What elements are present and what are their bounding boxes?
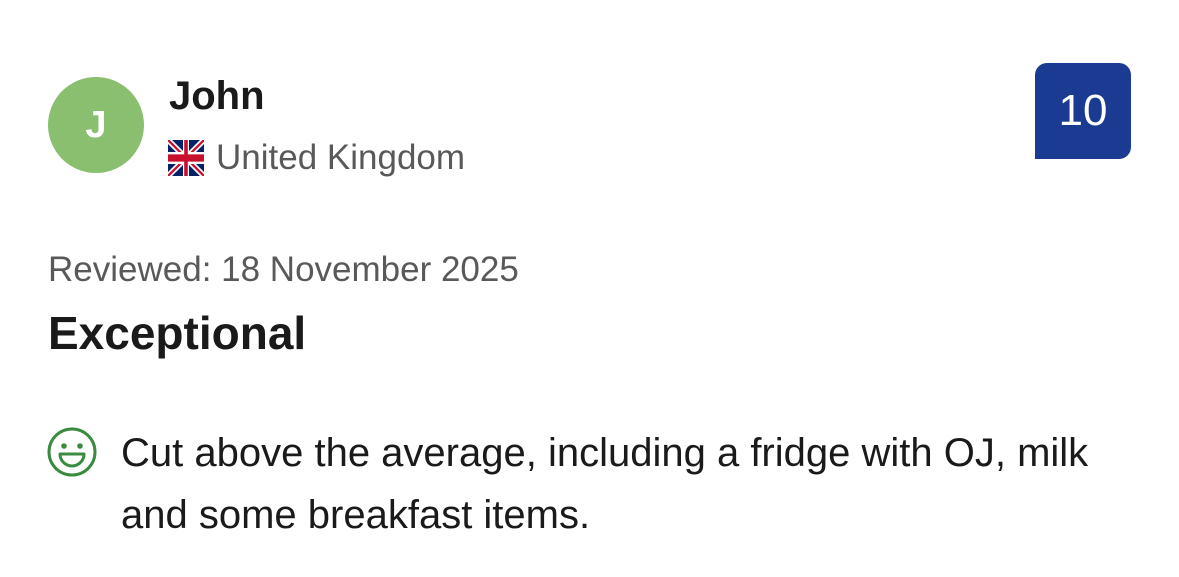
positive-comment-text: Cut above the average, including a fridg…: [121, 431, 1089, 537]
uk-flag-icon: [168, 140, 204, 176]
reviewer-name: John: [169, 74, 265, 118]
score-value: 10: [1058, 86, 1108, 135]
reviewed-date: Reviewed: 18 November 2025: [48, 250, 519, 289]
avatar: J: [48, 77, 144, 173]
country-name: United Kingdom: [216, 138, 466, 177]
score-badge: 10: [1035, 63, 1131, 159]
reviewer-country: United Kingdom: [168, 136, 465, 180]
avatar-initial: J: [85, 103, 107, 146]
review-title: Exceptional: [48, 307, 307, 359]
smile-icon: [47, 427, 97, 477]
review-card: J John United Kingdom 10 Reviewed: 18 No…: [0, 0, 1179, 577]
